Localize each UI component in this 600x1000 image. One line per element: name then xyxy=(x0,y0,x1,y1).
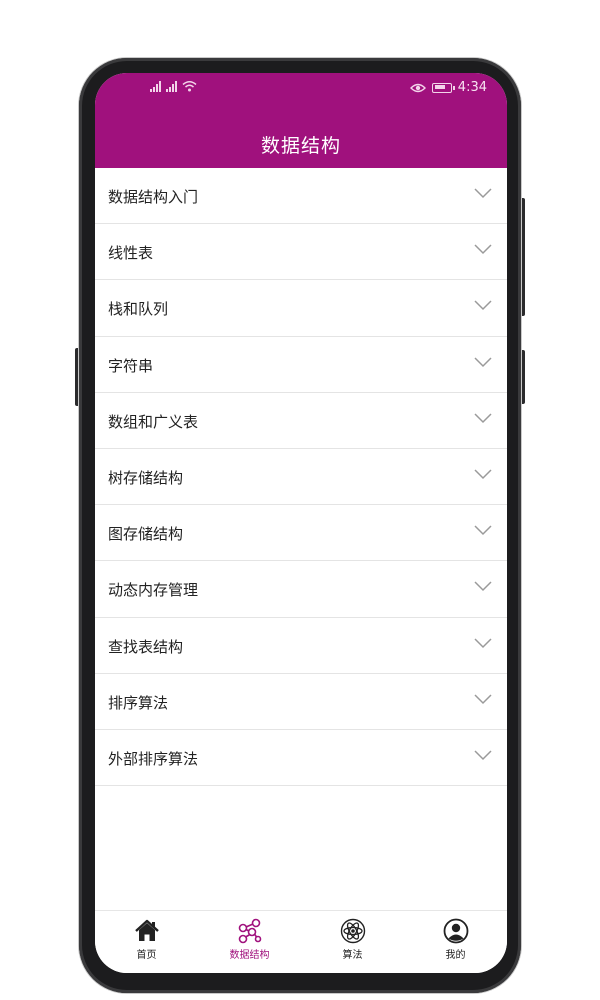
status-left xyxy=(150,80,197,92)
chapter-label: 外部排序算法 xyxy=(108,749,199,768)
list-item[interactable]: 线性表 xyxy=(95,224,507,281)
chevron-down-icon xyxy=(474,694,492,704)
home-icon xyxy=(134,919,159,941)
chapter-label: 图存储结构 xyxy=(108,525,184,544)
signal-icon-2 xyxy=(166,80,177,92)
chapter-label: 线性表 xyxy=(108,244,154,263)
list-item[interactable]: 数组和广义表 xyxy=(95,393,507,449)
chevron-down-icon xyxy=(474,581,492,592)
chevron-down-icon xyxy=(474,413,492,423)
user-icon xyxy=(443,918,468,944)
chevron-down-icon xyxy=(474,244,492,255)
wifi-icon xyxy=(182,81,197,92)
status-bar: 4:34 xyxy=(95,73,507,103)
chapter-label: 数组和广义表 xyxy=(108,412,199,431)
chevron-down-icon xyxy=(474,637,492,648)
list-item[interactable]: 查找表结构 xyxy=(95,618,507,674)
chapter-label: 动态内存管理 xyxy=(108,581,199,600)
status-right: 4:34 xyxy=(409,80,487,95)
chapter-list: 数据结构入门 线性表 栈和队列 字符串 数组和广义表 树存储结构 图存储结构 动… xyxy=(95,168,507,787)
chapter-label: 字符串 xyxy=(108,356,154,375)
nav-item-home[interactable]: 首页 xyxy=(95,911,198,973)
nav-label: 我的 xyxy=(445,950,466,961)
data-structure-icon xyxy=(238,918,261,944)
chevron-down-icon xyxy=(474,188,492,199)
chapter-label: 数据结构入门 xyxy=(108,188,199,206)
nav-item-data-structure[interactable]: 数据结构 xyxy=(198,911,301,973)
list-item[interactable]: 动态内存管理 xyxy=(95,561,507,618)
list-item[interactable]: 字符串 xyxy=(95,337,507,393)
chevron-down-icon xyxy=(474,469,492,479)
chapter-label: 排序算法 xyxy=(108,693,169,712)
chevron-down-icon xyxy=(474,750,492,760)
nav-item-mine[interactable]: 我的 xyxy=(404,911,507,973)
phone-screen: 4:34 数据结构 数据结构入门 线性表 栈和队列 字符串 数组和广义表 树存储… xyxy=(95,73,507,973)
list-item[interactable]: 外部排序算法 xyxy=(95,730,507,787)
nav-label: 首页 xyxy=(136,950,157,961)
chapter-label: 查找表结构 xyxy=(108,637,184,656)
app-header: 4:34 数据结构 xyxy=(95,73,507,168)
chevron-down-icon xyxy=(474,357,492,367)
status-time: 4:34 xyxy=(457,80,487,95)
nav-label: 数据结构 xyxy=(229,950,270,961)
chapter-label: 栈和队列 xyxy=(108,300,169,319)
chapter-label: 树存储结构 xyxy=(108,468,184,487)
bottom-nav: 首页 数据结构 算法 我的 xyxy=(95,910,507,973)
chevron-down-icon xyxy=(474,300,492,311)
battery-icon xyxy=(431,82,455,93)
chevron-down-icon xyxy=(474,525,492,536)
signal-icon xyxy=(150,80,161,92)
nav-label: 算法 xyxy=(342,950,363,961)
nav-item-algorithm[interactable]: 算法 xyxy=(301,911,404,973)
list-item[interactable]: 图存储结构 xyxy=(95,505,507,562)
eye-icon xyxy=(409,83,426,92)
atom-icon xyxy=(340,918,365,944)
list-item[interactable]: 排序算法 xyxy=(95,674,507,730)
list-item[interactable]: 树存储结构 xyxy=(95,449,507,506)
list-item[interactable]: 数据结构入门 xyxy=(95,168,507,225)
list-item[interactable]: 栈和队列 xyxy=(95,280,507,337)
page-title: 数据结构 xyxy=(260,135,341,157)
